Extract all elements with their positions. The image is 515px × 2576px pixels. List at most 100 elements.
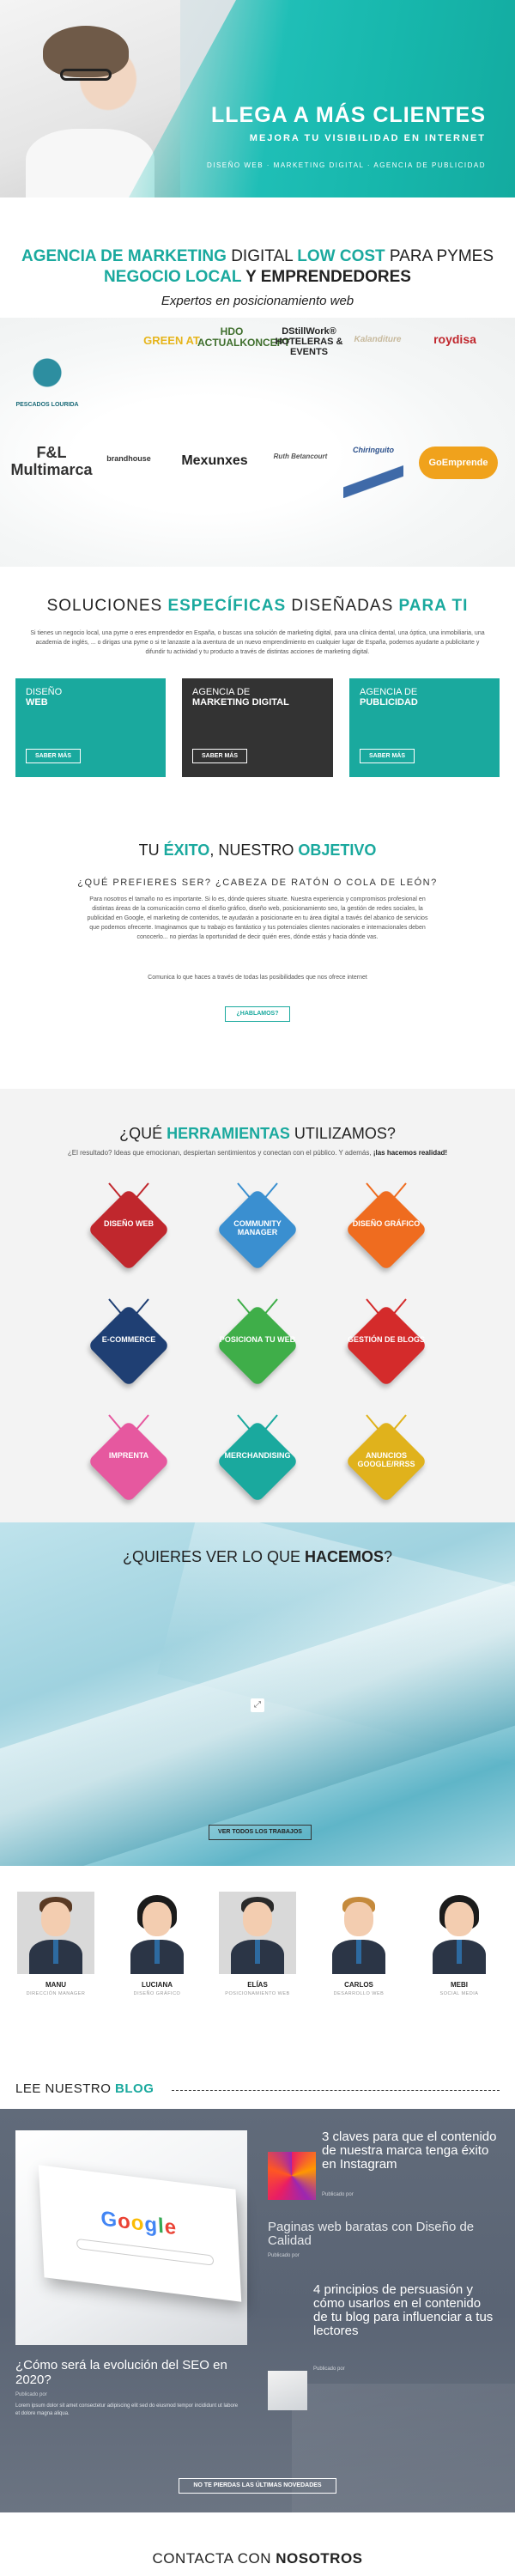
client-logo: F&L Multimarca: [10, 444, 93, 478]
card-title-line1: DISEÑO: [26, 687, 63, 697]
exito-title-a: TU: [138, 841, 164, 859]
client-logo: Chiringuito: [343, 446, 403, 498]
exito-title-c: , NUESTRO: [209, 841, 299, 859]
works-title-b: HACEMOS: [305, 1548, 385, 1565]
member-role: DISEÑO GRÁFICO: [133, 1991, 181, 1996]
tool-diamond: [344, 1303, 428, 1388]
solutions-title-d: PARA TI: [398, 597, 469, 615]
saber-mas-button[interactable]: SABER MÁS: [360, 749, 415, 763]
saber-mas-button[interactable]: SABER MÁS: [192, 749, 248, 763]
exito-question: ¿QUÉ PREFIERES SER? ¿CABEZA DE RATÓN O C…: [77, 878, 438, 888]
blog-title-b: BLOG: [115, 2081, 154, 2096]
contact-title-b: NOSOTROS: [276, 2550, 363, 2567]
avatar: [320, 1892, 397, 1974]
solutions-title-a: SOLUCIONES: [46, 597, 168, 615]
exito-title: TU ÉXITO, NUESTRO OBJETIVO: [0, 841, 515, 860]
team-member[interactable]: MEBI SOCIAL MEDIA: [421, 1892, 498, 1996]
intro-heading-d: PARA PYMES: [389, 247, 494, 265]
blog-side-title[interactable]: 3 claves para que el contenido de nuestr…: [322, 2130, 498, 2172]
tool-label: GESTIÓN DE BLOGS: [347, 1335, 425, 1344]
blog-thumb-persuasion[interactable]: [268, 2371, 307, 2410]
team-member[interactable]: ELÍAS POSICIONAMIENTO WEB: [219, 1892, 296, 1996]
client-logo: brandhouse: [106, 454, 151, 463]
saber-mas-button[interactable]: SABER MÁS: [26, 749, 82, 763]
blog-side-meta: Publicado por: [322, 2192, 354, 2197]
card-diseno-web[interactable]: DISEÑO WEB SABER MÁS: [15, 678, 166, 777]
intro-heading-2b: Y EMPRENDEDORES: [241, 268, 411, 286]
team-member[interactable]: LUCIANA DISEÑO GRÁFICO: [118, 1892, 196, 1996]
team-member[interactable]: CARLOS DESARROLLO WEB: [320, 1892, 397, 1996]
tools-section: ¿QUÉ HERRAMIENTAS UTILIZAMOS? ¿El result…: [0, 1089, 515, 1522]
blog-title-a: LEE NUESTRO: [15, 2081, 116, 2096]
client-logos: GREEN AT HDO ACTUALKONCEPT DStillWork® H…: [0, 318, 515, 567]
team-member[interactable]: MANU DIRECCIÓN MANAGER: [17, 1892, 94, 1996]
tool-item[interactable]: POSICIONA TU WEB: [206, 1291, 309, 1394]
member-name: LUCIANA: [142, 1981, 173, 1989]
member-role: DIRECCIÓN MANAGER: [26, 1991, 86, 1996]
works-title-c: ?: [384, 1548, 393, 1565]
hablamos-button[interactable]: ¿HABLAMOS?: [225, 1006, 290, 1022]
tool-label: COMMUNITY MANAGER: [233, 1219, 282, 1236]
intro-section: AGENCIA DE MARKETING DIGITAL LOW COST PA…: [0, 197, 515, 567]
tool-label: MERCHANDISING: [224, 1451, 291, 1460]
solutions-title: SOLUCIONES ESPECÍFICAS DISEÑADAS PARA TI: [0, 597, 515, 616]
tool-item[interactable]: IMPRENTA: [77, 1406, 180, 1510]
solutions-title-b: ESPECÍFICAS: [167, 597, 287, 615]
card-publicidad[interactable]: AGENCIA DE PUBLICIDAD SABER MÁS: [349, 678, 500, 777]
tool-diamond: [344, 1188, 428, 1272]
card-title-line2: WEB: [26, 697, 48, 708]
exito-title-b: ÉXITO: [163, 841, 210, 859]
tool-item[interactable]: E-COMMERCE: [77, 1291, 180, 1394]
tool-item[interactable]: DISEÑO WEB: [77, 1175, 180, 1278]
novedades-button[interactable]: NO TE PIERDAS LAS ÚLTIMAS NOVEDADES: [179, 2478, 336, 2494]
blog-main-image[interactable]: Google: [15, 2130, 247, 2345]
tools-subtitle-a: ¿El resultado? Ideas que emocionan, desp…: [67, 1149, 373, 1157]
team-section: MANU DIRECCIÓN MANAGER LUCIANA DISEÑO GRÁFI…: [0, 1866, 515, 2003]
intro-heading-2a: NEGOCIO LOCAL: [104, 268, 242, 286]
client-logo: Kalanditure: [354, 335, 402, 344]
hero-subtitle: MEJORA TU VISIBILIDAD EN INTERNET: [249, 133, 486, 143]
tool-diamond: [87, 1419, 171, 1504]
avatar: [421, 1892, 498, 1974]
ver-trabajos-button[interactable]: VER TODOS LOS TRABAJOS: [209, 1825, 312, 1840]
hero-tagline: DISEÑO WEB · MARKETING DIGITAL · AGENCIA…: [206, 161, 486, 169]
blog-main-title[interactable]: ¿Cómo será la evolución del SEO en 2020?: [15, 2358, 247, 2387]
google-logo-icon: Google: [100, 2207, 178, 2240]
intro-heading-b: DIGITAL: [231, 247, 298, 265]
client-logo: GREEN AT: [143, 334, 200, 347]
blog-thumb-instagram[interactable]: [268, 2152, 316, 2200]
card-title-line1: AGENCIA DE: [360, 687, 418, 697]
tool-item[interactable]: ANUNCIOS GOOGLE/RRSS: [335, 1406, 438, 1510]
blog-section: Google ¿Cómo será la evolución del SEO e…: [0, 2109, 515, 2512]
tool-item[interactable]: MERCHANDISING: [206, 1406, 309, 1510]
intro-heading-c: LOW COST: [297, 247, 390, 265]
avatar: [219, 1892, 296, 1974]
tool-label: DISEÑO WEB: [103, 1219, 154, 1228]
tool-item[interactable]: GESTIÓN DE BLOGS: [335, 1291, 438, 1394]
client-logo: HDO ACTUALKONCEPT: [197, 325, 290, 349]
works-title-a: ¿QUIERES VER LO QUE: [122, 1548, 305, 1565]
tool-item[interactable]: COMMUNITY MANAGER: [206, 1175, 309, 1278]
tool-diamond: [87, 1188, 171, 1272]
tool-label: E-COMMERCE: [101, 1335, 156, 1344]
tool-item[interactable]: DISEÑO GRÁFICO: [335, 1175, 438, 1278]
exito-title-d: OBJETIVO: [298, 841, 377, 859]
client-logo: PESCADOS LOURIDA: [9, 352, 86, 421]
member-role: SOCIAL MEDIA: [439, 1991, 479, 1996]
tools-title-b: HERRAMIENTAS: [167, 1125, 290, 1142]
card-title-line1: AGENCIA DE: [192, 687, 251, 697]
tool-diamond: [215, 1419, 300, 1504]
intro-heading: AGENCIA DE MARKETING DIGITAL LOW COST PA…: [0, 247, 515, 266]
solutions-text: Si tienes un negocio local, una pyme o e…: [30, 630, 485, 655]
card-title-line2: PUBLICIDAD: [360, 697, 418, 708]
client-logo: Mexunxes: [181, 453, 248, 468]
blog-side-title[interactable]: Paginas web baratas con Diseño de Calida…: [268, 2221, 498, 2248]
blog-main-meta: Publicado por: [15, 2392, 47, 2397]
intro-heading-2: NEGOCIO LOCAL Y EMPRENDEDORES: [0, 268, 515, 287]
blog-main-excerpt: Lorem ipsum dolor sit amet consectetur a…: [15, 2403, 239, 2416]
expand-icon[interactable]: ⤢: [251, 1698, 264, 1712]
blog-side-meta: Publicado por: [268, 2253, 300, 2258]
card-marketing-digital[interactable]: AGENCIA DE MARKETING DIGITAL SABER MÁS: [182, 678, 333, 777]
member-name: ELÍAS: [247, 1981, 268, 1989]
blog-side-title[interactable]: 4 principios de persuasión y cómo usarlo…: [313, 2283, 498, 2338]
